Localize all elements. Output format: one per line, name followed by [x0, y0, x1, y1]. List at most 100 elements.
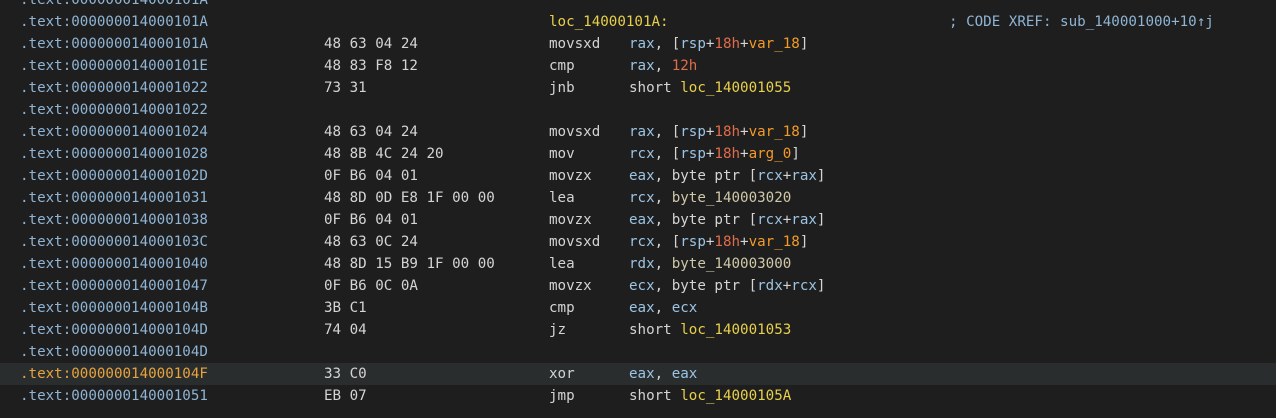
code-label[interactable]: loc_14000101A: — [549, 11, 669, 33]
line-address[interactable]: .text:0000000140001022 — [20, 77, 208, 99]
disasm-line[interactable]: .text:000000014000101A — [0, 0, 1276, 11]
line-address[interactable]: .text:0000000140001031 — [20, 187, 208, 209]
disasm-line[interactable]: .text:000000014000104D — [0, 341, 1276, 363]
jump-target-link[interactable]: loc_140001053 — [680, 322, 791, 338]
line-address[interactable]: .text:000000014000102D — [20, 165, 208, 187]
disasm-line[interactable]: .text:000000014000104D 74 04 jz short loc_1… — [0, 319, 1276, 341]
line-address[interactable]: .text:000000014000101E — [20, 55, 208, 77]
line-address[interactable]: .text:000000014000104D — [20, 341, 208, 363]
segment-name: .text: — [20, 146, 72, 162]
register-operand: rcx — [629, 234, 655, 250]
segment-name: .text: — [20, 388, 72, 404]
opcode-bytes: EB 07 — [324, 388, 367, 404]
segment-name: .text: — [20, 366, 72, 382]
register-operand: ecx — [629, 278, 655, 294]
operand-text: ] — [799, 234, 809, 250]
jump-target-link[interactable]: loc_140001055 — [680, 80, 791, 96]
line-address[interactable]: .text:0000000140001051 — [20, 385, 208, 407]
register-operand: rax — [791, 212, 817, 228]
line-address[interactable]: .text:000000014000103C — [20, 231, 208, 253]
line-address[interactable]: .text:000000014000104B — [20, 297, 208, 319]
line-address[interactable]: .text:0000000140001024 — [20, 121, 208, 143]
data-reference[interactable]: byte_140003020 — [672, 190, 792, 206]
disasm-line[interactable]: .text:0000000140001047 0F B6 0C 0A movzx ec… — [0, 275, 1276, 297]
register-operand: rcx — [757, 212, 783, 228]
line-address[interactable]: .text:000000014000101A — [20, 0, 208, 11]
address-value: 000000014000104D — [71, 344, 208, 360]
disasm-line[interactable]: .text:0000000140001024 48 63 04 24 movsxd r… — [0, 121, 1276, 143]
disasm-line[interactable]: .text:0000000140001040 48 8D 15 B9 1F 00 … — [0, 253, 1276, 275]
label-line[interactable]: .text:000000014000101A loc_14000101A: ; CO… — [0, 11, 1276, 33]
instruction-mnemonic: cmp — [549, 300, 575, 316]
line-address[interactable]: .text:0000000140001028 — [20, 143, 208, 165]
segment-name: .text: — [20, 344, 72, 360]
segment-name: .text: — [20, 234, 72, 250]
register-operand: rsp — [680, 124, 706, 140]
disasm-line[interactable]: .text:0000000140001022 73 31 jnb short loc_… — [0, 77, 1276, 99]
disassembly-listing[interactable]: .text:000000014000101A .text:000000014000… — [0, 0, 1276, 407]
jump-target-link[interactable]: loc_14000105A — [680, 388, 791, 404]
instruction-mnemonic: movzx — [549, 278, 592, 294]
line-address[interactable]: .text:000000014000104F — [20, 363, 208, 385]
instruction-operands: rdx, byte_140003000 — [629, 253, 791, 275]
segment-name: .text: — [20, 102, 72, 118]
disasm-line[interactable]: .text:0000000140001022 — [0, 99, 1276, 121]
stack-variable[interactable]: var_18 — [749, 124, 800, 140]
line-address[interactable]: .text:0000000140001040 — [20, 253, 208, 275]
disasm-line[interactable]: .text:000000014000104F 33 C0 xor eax, eax — [0, 363, 1276, 385]
disasm-line[interactable]: .text:000000014000102D 0F B6 04 01 movzx ea… — [0, 165, 1276, 187]
instruction-mnemonic: movsxd — [549, 124, 601, 140]
disasm-line[interactable]: .text:000000014000101E 48 83 F8 12 cmp rax,… — [0, 55, 1276, 77]
operand-text: ] — [791, 146, 800, 162]
immediate-operand: 18h — [714, 234, 741, 250]
line-address[interactable]: .text:000000014000101A — [20, 11, 208, 33]
address-value: 000000014000104B — [71, 300, 208, 316]
address-value: 0000000140001022 — [71, 102, 208, 118]
opcode-bytes: 33 C0 — [324, 366, 367, 382]
opcode-bytes: 48 63 04 24 — [324, 124, 418, 140]
disasm-line[interactable]: .text:000000014000104B 3B C1 cmp eax, ecx — [0, 297, 1276, 319]
address-value: 0000000140001038 — [71, 212, 208, 228]
stack-variable[interactable]: arg_0 — [749, 146, 792, 162]
operand-text: , [ — [654, 36, 681, 52]
line-address[interactable]: .text:0000000140001047 — [20, 275, 208, 297]
line-address[interactable]: .text:0000000140001022 — [20, 99, 208, 121]
instruction-operands: rcx, [rsp+18h+arg_0] — [629, 143, 800, 165]
data-reference[interactable]: byte_140003000 — [672, 256, 792, 272]
segment-name: .text: — [20, 212, 72, 228]
instruction-mnemonic: mov — [549, 146, 575, 162]
line-address[interactable]: .text:000000014000101A — [20, 33, 208, 55]
register-operand: eax — [629, 212, 655, 228]
stack-variable[interactable]: var_18 — [749, 36, 800, 52]
operand-text: , [ — [654, 124, 681, 140]
address-value: 000000014000101A — [71, 14, 208, 30]
opcode-bytes: 48 63 0C 24 — [324, 234, 418, 250]
operand-text: , — [654, 190, 672, 206]
instruction-operands: rcx, byte_140003020 — [629, 187, 791, 209]
disasm-line[interactable]: .text:000000014000101A 48 63 04 24 movsxd r… — [0, 33, 1276, 55]
disasm-line[interactable]: .text:000000014000103C 48 63 0C 24 movsxd r… — [0, 231, 1276, 253]
register-operand: rsp — [680, 146, 706, 162]
segment-name: .text: — [20, 124, 72, 140]
disasm-line[interactable]: .text:0000000140001038 0F B6 04 01 movzx ea… — [0, 209, 1276, 231]
disasm-line[interactable]: .text:0000000140001028 48 8B 4C 24 20 mov r… — [0, 143, 1276, 165]
opcode-bytes: 73 31 — [324, 80, 367, 96]
address-value: 000000014000101A — [71, 36, 208, 52]
operand-text: , — [654, 300, 672, 316]
register-operand: eax — [629, 366, 655, 382]
operand-text: + — [740, 124, 749, 140]
operand-text: , — [654, 366, 672, 382]
line-address[interactable]: .text:000000014000104D — [20, 319, 208, 341]
opcode-bytes: 74 04 — [324, 322, 367, 338]
xref-comment[interactable]: ; CODE XREF: sub_140001000+10↑j — [949, 11, 1214, 33]
instruction-mnemonic: jmp — [549, 388, 575, 404]
instruction-operands: eax, byte ptr [rcx+rax] — [629, 165, 825, 187]
disasm-line[interactable]: .text:0000000140001031 48 8D 0D E8 1F 00 … — [0, 187, 1276, 209]
stack-variable[interactable]: var_18 — [749, 234, 800, 250]
instruction-mnemonic: jnb — [549, 80, 575, 96]
instruction-mnemonic: jz — [549, 322, 567, 338]
instruction-mnemonic: lea — [549, 256, 575, 272]
disasm-line[interactable]: .text:0000000140001051 EB 07 jmp short loc_… — [0, 385, 1276, 407]
line-address[interactable]: .text:0000000140001038 — [20, 209, 208, 231]
instruction-mnemonic: movsxd — [549, 36, 601, 52]
